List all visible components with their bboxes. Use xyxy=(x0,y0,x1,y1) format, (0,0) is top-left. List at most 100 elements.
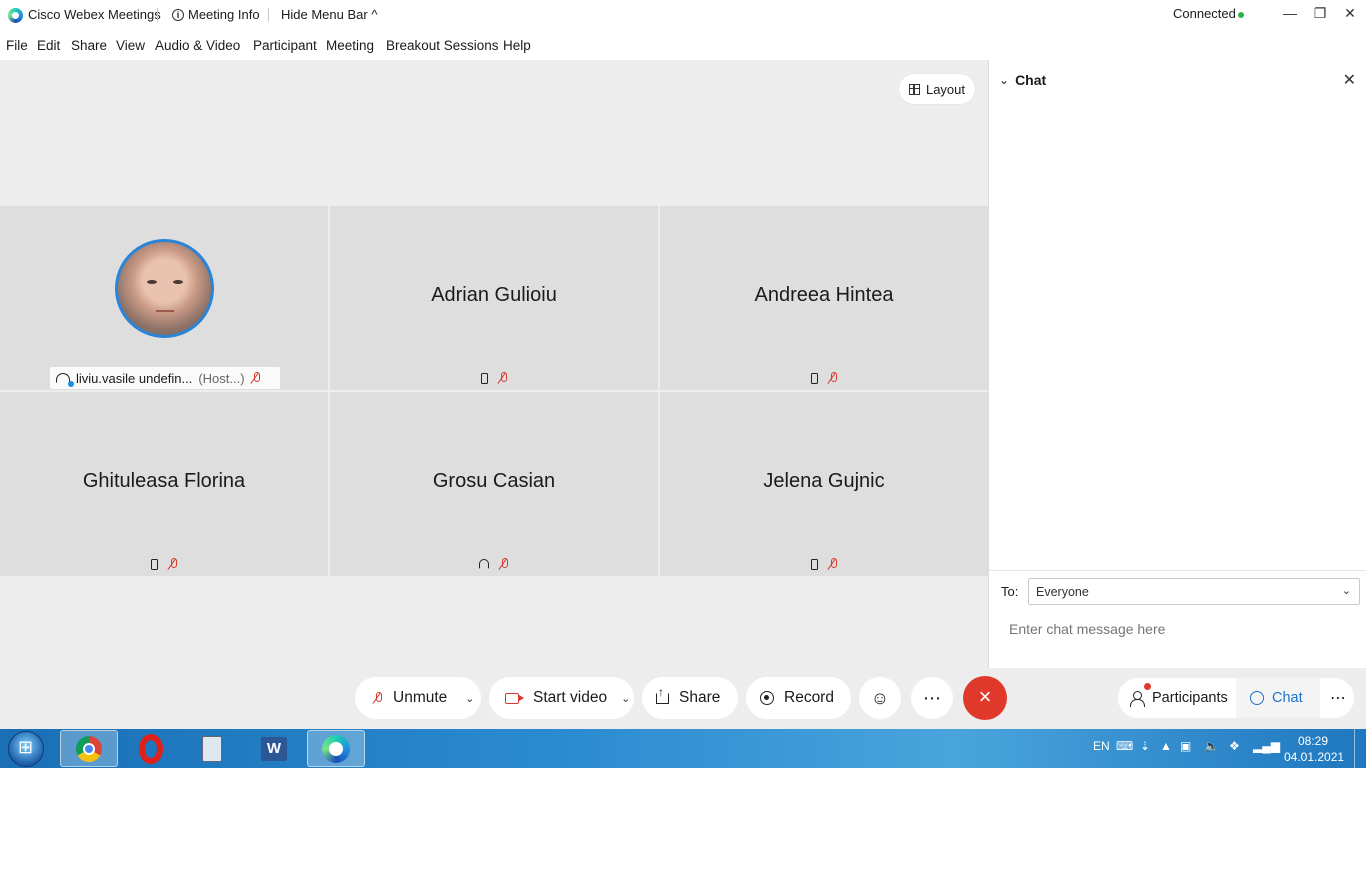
layout-label: Layout xyxy=(925,81,966,97)
participant-name: Andreea Hintea xyxy=(754,284,894,306)
muted-mic-icon xyxy=(168,558,178,570)
end-meeting-button[interactable]: × xyxy=(963,676,1007,720)
title-separator xyxy=(157,8,158,22)
chevron-down-icon[interactable]: ⌄ xyxy=(999,73,1009,87)
start-video-label: Start video xyxy=(533,689,608,706)
avatar-eye xyxy=(147,280,157,284)
participant-tile[interactable]: Jelena Gujnic xyxy=(660,392,988,576)
taskbar-word[interactable]: W xyxy=(245,730,303,767)
show-hidden-icons-icon[interactable]: ▲ xyxy=(1160,739,1172,753)
opera-icon xyxy=(139,733,163,764)
host-name-label: liviu.vasile undefin... (Host...) xyxy=(50,367,280,389)
menu-file[interactable]: File xyxy=(6,38,28,53)
grid-layout-icon xyxy=(908,83,920,95)
show-desktop-button[interactable] xyxy=(1354,729,1366,768)
recipient-select[interactable]: Everyone ⌄ xyxy=(1028,578,1360,605)
menu-bar: File Edit Share View Audio & Video Parti… xyxy=(0,30,1366,60)
volume-icon[interactable]: 🔈 xyxy=(1204,739,1219,753)
language-indicator[interactable]: EN xyxy=(1093,739,1110,753)
share-button[interactable]: Share xyxy=(642,677,738,719)
reactions-button[interactable]: ☺ xyxy=(859,677,901,719)
hide-menu-bar-button[interactable]: Hide Menu Bar ^ xyxy=(281,7,377,22)
webex-window: Cisco Webex Meetings i Meeting Info Hide… xyxy=(0,0,1366,729)
taskbar-webex[interactable] xyxy=(307,730,365,767)
chat-panel: ⌄ Chat ✕ To: Everyone ⌄ xyxy=(988,60,1366,668)
chevron-down-icon[interactable]: ⌄ xyxy=(621,692,630,705)
menu-meeting[interactable]: Meeting xyxy=(326,38,374,53)
record-button[interactable]: Record xyxy=(746,677,851,719)
participant-status xyxy=(660,372,988,384)
menu-help[interactable]: Help xyxy=(503,38,531,53)
participant-tile[interactable]: liviu.vasile undefin... (Host...) xyxy=(0,206,328,390)
system-clock[interactable]: 08:29 04.01.2021 xyxy=(1284,733,1344,765)
meeting-info-button[interactable]: i Meeting Info xyxy=(172,7,260,22)
taskbar-calculator[interactable] xyxy=(183,730,241,767)
minimize-icon[interactable]: — xyxy=(1280,4,1300,24)
start-button-icon[interactable] xyxy=(8,731,44,767)
connection-status-dot xyxy=(1238,12,1244,18)
dropbox-icon[interactable]: ❖ xyxy=(1229,739,1240,753)
title-separator xyxy=(268,8,269,22)
chat-bubble-icon xyxy=(1250,691,1264,705)
restore-icon[interactable]: ❐ xyxy=(1310,4,1330,24)
muted-mic-icon xyxy=(251,372,261,384)
meeting-info-label: Meeting Info xyxy=(188,7,260,22)
chevron-down-icon[interactable]: ⌄ xyxy=(465,692,474,705)
menu-view[interactable]: View xyxy=(116,38,145,53)
participants-label: Participants xyxy=(1152,690,1228,706)
chat-button[interactable]: Chat xyxy=(1236,678,1320,718)
pen-icon[interactable]: ⇣ xyxy=(1140,739,1150,753)
menu-share[interactable]: Share xyxy=(71,38,107,53)
webex-logo-icon xyxy=(8,8,23,23)
participant-role: (Host...) xyxy=(198,370,245,386)
phone-icon xyxy=(810,372,818,384)
menu-audio-video[interactable]: Audio & Video xyxy=(155,38,240,53)
keyboard-icon[interactable]: ⌨ xyxy=(1116,739,1133,753)
chevron-up-icon: ^ xyxy=(371,7,378,22)
person-icon xyxy=(1130,691,1145,707)
participant-tile[interactable]: Adrian Gulioiu xyxy=(330,206,658,390)
menu-edit[interactable]: Edit xyxy=(37,38,60,53)
signal-icon[interactable]: ▂▄▆ xyxy=(1253,739,1280,753)
taskbar-chrome[interactable] xyxy=(60,730,118,767)
menu-breakout-sessions[interactable]: Breakout Sessions xyxy=(386,38,499,53)
unmute-button[interactable]: Unmute ⌄ xyxy=(355,677,481,719)
phone-icon xyxy=(810,558,818,570)
close-icon: × xyxy=(978,684,992,709)
webex-icon xyxy=(322,734,350,763)
chat-message-input[interactable] xyxy=(1009,621,1349,637)
participant-status xyxy=(330,372,658,384)
participant-name: liviu.vasile undefin... xyxy=(76,370,193,386)
headset-icon xyxy=(479,559,489,569)
close-window-icon[interactable]: ✕ xyxy=(1340,4,1360,24)
participant-tile[interactable]: Andreea Hintea xyxy=(660,206,988,390)
hide-menu-bar-label: Hide Menu Bar xyxy=(281,7,368,22)
participant-tile[interactable]: Grosu Casian xyxy=(330,392,658,576)
more-icon: ⋯ xyxy=(923,687,941,708)
chat-header[interactable]: ⌄ Chat xyxy=(999,72,1046,88)
unmute-label: Unmute xyxy=(393,689,448,706)
device-icon[interactable]: ▣ xyxy=(1180,739,1191,753)
connection-status: Connected xyxy=(1173,6,1236,21)
participant-name: Jelena Gujnic xyxy=(763,470,885,492)
menu-participant[interactable]: Participant xyxy=(253,38,317,53)
more-options-button[interactable]: ⋯ xyxy=(911,677,953,719)
more-panels-button[interactable]: ⋯ xyxy=(1320,688,1346,708)
participant-status xyxy=(660,558,988,570)
muted-mic-icon xyxy=(828,558,838,570)
record-label: Record xyxy=(784,689,834,706)
participant-tile[interactable]: Ghituleasa Florina xyxy=(0,392,328,576)
info-icon: i xyxy=(172,8,184,21)
layout-button[interactable]: Layout xyxy=(899,74,975,104)
participant-name: Ghituleasa Florina xyxy=(82,470,246,492)
close-icon[interactable]: ✕ xyxy=(1343,70,1356,90)
participant-name: Adrian Gulioiu xyxy=(431,284,557,306)
participant-status xyxy=(330,558,658,570)
avatar xyxy=(115,239,214,338)
taskbar-opera[interactable] xyxy=(122,730,180,767)
start-video-button[interactable]: Start video ⌄ xyxy=(489,677,634,719)
chat-divider xyxy=(989,570,1366,571)
participant-name: Grosu Casian xyxy=(432,470,556,492)
participants-button[interactable]: Participants xyxy=(1118,690,1236,707)
chat-title: Chat xyxy=(1015,72,1047,88)
